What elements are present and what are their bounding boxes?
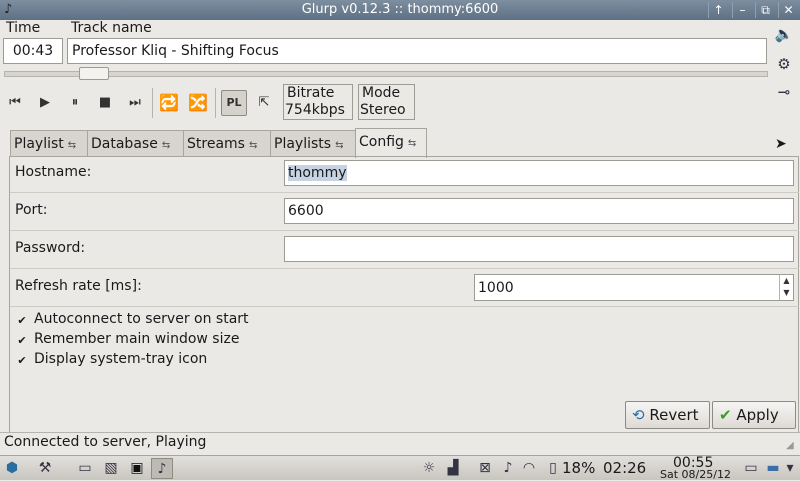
terminal-icon[interactable]: ▣ bbox=[126, 458, 148, 479]
volume-icon[interactable]: 🔈 bbox=[774, 24, 794, 44]
wifi-icon[interactable]: ◠ bbox=[518, 458, 540, 479]
taskbar: ⬢ ⚒ ▭ ▧ ▣ ♪ ☼ ▟ ⊠ ♪ ◠ ▯ 18% 02:26 00:55 … bbox=[0, 455, 800, 481]
restore-icon[interactable]: ⧉ bbox=[755, 2, 775, 18]
port-label: Port: bbox=[15, 202, 48, 218]
track-label: Track name bbox=[71, 20, 152, 36]
play-icon[interactable]: ▶ bbox=[34, 90, 56, 116]
divider bbox=[10, 306, 799, 307]
signal-icon[interactable]: ▟ bbox=[442, 458, 464, 479]
time-display: 00:43 bbox=[3, 38, 63, 64]
password-field[interactable] bbox=[284, 236, 794, 262]
checkbox-autoconnect[interactable]: ✔ bbox=[16, 315, 28, 327]
divider bbox=[10, 230, 799, 231]
outputs-icon[interactable]: ⚙ bbox=[774, 54, 794, 74]
tab-playlist[interactable]: Playlist ⇆ bbox=[10, 130, 88, 157]
mode-value: Stereo bbox=[360, 102, 406, 118]
checkmark-icon: ✔ bbox=[719, 406, 732, 424]
status-text: Connected to server, Playing bbox=[4, 434, 207, 450]
tab-swap-icon: ⇆ bbox=[248, 140, 258, 151]
toolbar-separator bbox=[215, 88, 216, 118]
seek-bar[interactable] bbox=[4, 71, 768, 77]
mode-box: Mode Stereo bbox=[358, 84, 415, 120]
tab-swap-icon: ⇆ bbox=[335, 140, 344, 151]
tab-playlists[interactable]: Playlists ⇆ bbox=[270, 130, 356, 157]
show-desktop-icon[interactable]: ▭ bbox=[74, 458, 96, 479]
status-bar: Connected to server, Playing bbox=[0, 432, 800, 454]
desktop-pager-icon[interactable]: ▬ bbox=[762, 458, 784, 479]
revert-button[interactable]: ⟲ Revert bbox=[625, 401, 710, 429]
stop-icon[interactable]: ■ bbox=[94, 90, 116, 116]
bitrate-label: Bitrate bbox=[287, 85, 335, 101]
random-icon[interactable]: 🔀 bbox=[187, 90, 209, 116]
divider bbox=[10, 192, 799, 193]
tab-streams-label: Streams bbox=[187, 136, 245, 152]
hostname-field[interactable]: thommy bbox=[284, 160, 794, 186]
toolbar-separator bbox=[152, 88, 153, 118]
battery-icon[interactable]: ▯ bbox=[548, 458, 558, 479]
tab-database-label: Database bbox=[91, 136, 158, 152]
revert-label: Revert bbox=[649, 406, 699, 424]
battery-time: 02:26 bbox=[603, 459, 647, 477]
previous-icon[interactable]: ⏮ bbox=[4, 90, 26, 116]
refresh-rate-spinbox[interactable]: 1000 ▲ ▼ bbox=[474, 274, 794, 301]
mode-label: Mode bbox=[362, 85, 401, 101]
tab-swap-icon: ⇆ bbox=[67, 140, 77, 151]
tray-arrow-icon[interactable]: ▾ bbox=[782, 458, 798, 479]
glurp-task-icon[interactable]: ♪ bbox=[151, 458, 173, 479]
checkbox-remember-size[interactable]: ✔ bbox=[16, 335, 28, 347]
bitrate-box: Bitrate 754kbps bbox=[283, 84, 353, 120]
xfade-icon[interactable]: ⇱ bbox=[253, 90, 275, 116]
up-arrow-icon[interactable]: ↑ bbox=[708, 2, 728, 18]
tab-playlist-label: Playlist bbox=[14, 136, 64, 152]
connect-icon[interactable]: ⊸ bbox=[774, 82, 794, 102]
close-icon[interactable]: ✕ bbox=[778, 2, 798, 18]
tab-swap-icon: ⇆ bbox=[407, 138, 417, 149]
battery-percent: 18% bbox=[562, 459, 596, 477]
refresh-rate-label: Refresh rate [ms]: bbox=[15, 278, 142, 294]
remember-size-label: Remember main window size bbox=[34, 331, 240, 347]
divider bbox=[10, 268, 799, 269]
hostname-label: Hostname: bbox=[15, 164, 92, 180]
clock-date: Sat 08/25/12 bbox=[660, 468, 731, 481]
window-list-icon[interactable]: ▭ bbox=[740, 458, 762, 479]
refresh-rate-value: 1000 bbox=[478, 280, 514, 296]
resize-grip-icon[interactable]: ◢ bbox=[786, 440, 798, 452]
brightness-icon[interactable]: ☼ bbox=[418, 458, 440, 479]
minimize-icon[interactable]: – bbox=[732, 2, 752, 18]
next-icon[interactable]: ⏭ bbox=[124, 90, 146, 116]
autoconnect-label: Autoconnect to server on start bbox=[34, 311, 249, 327]
tab-swap-icon: ⇆ bbox=[161, 140, 171, 151]
tab-streams[interactable]: Streams ⇆ bbox=[183, 130, 271, 157]
mixer-icon[interactable]: ⊠ bbox=[474, 458, 496, 479]
tab-config[interactable]: Config ⇆ bbox=[355, 128, 427, 158]
seek-handle[interactable] bbox=[79, 67, 109, 80]
tab-config-label: Config bbox=[359, 134, 404, 150]
apply-button[interactable]: ✔ Apply bbox=[712, 401, 796, 429]
window-titlebar[interactable]: ♪ Glurp v0.12.3 :: thommy:6600 ↑ – ⧉ ✕ bbox=[0, 0, 800, 20]
password-label: Password: bbox=[15, 240, 86, 256]
music-note-icon[interactable]: ♪ bbox=[497, 458, 519, 479]
hostname-value: thommy bbox=[288, 165, 347, 181]
tab-database[interactable]: Database ⇆ bbox=[87, 130, 184, 157]
tab-playlists-label: Playlists bbox=[274, 136, 332, 152]
port-field[interactable]: 6600 bbox=[284, 198, 794, 224]
apply-label: Apply bbox=[736, 406, 779, 424]
window-title: Glurp v0.12.3 :: thommy:6600 bbox=[301, 2, 499, 17]
tray-icon-label: Display system-tray icon bbox=[34, 351, 208, 367]
bitrate-value: 754kbps bbox=[285, 102, 345, 118]
mouse-cursor-icon: ➤ bbox=[775, 136, 787, 152]
checkbox-tray-icon[interactable]: ✔ bbox=[16, 355, 28, 367]
spin-arrows-icon[interactable]: ▲ ▼ bbox=[779, 275, 793, 300]
pause-icon[interactable]: ⏸ bbox=[64, 90, 86, 116]
file-manager-icon[interactable]: ▧ bbox=[100, 458, 122, 479]
hammer-icon[interactable]: ⚒ bbox=[34, 458, 56, 479]
repeat-icon[interactable]: 🔁 bbox=[158, 90, 180, 116]
playlist-toggle-icon[interactable]: PL bbox=[221, 90, 247, 116]
track-name-display: Professor Kliq - Shifting Focus bbox=[67, 38, 767, 64]
time-label: Time bbox=[6, 20, 41, 36]
start-menu-icon[interactable]: ⬢ bbox=[1, 458, 23, 479]
revert-icon: ⟲ bbox=[632, 406, 645, 424]
